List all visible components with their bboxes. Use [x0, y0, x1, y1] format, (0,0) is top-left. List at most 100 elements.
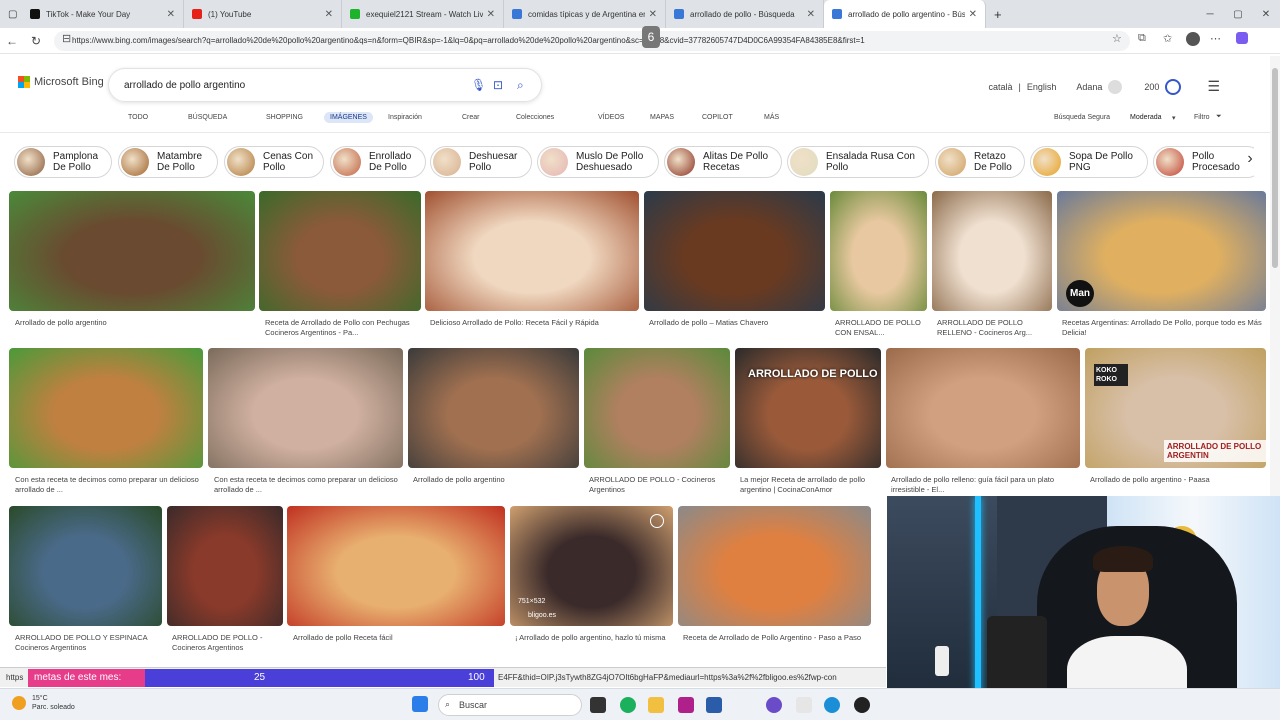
safe-search-value[interactable]: Moderada: [1130, 114, 1162, 121]
hamburger-menu-icon[interactable]: ☰: [1207, 78, 1220, 95]
related-chip[interactable]: Enrollado De Pollo: [330, 146, 426, 178]
image-result[interactable]: [9, 506, 162, 626]
related-chip[interactable]: Deshuesar Pollo: [430, 146, 532, 178]
rewards-points[interactable]: 200: [1144, 82, 1159, 92]
image-result[interactable]: [678, 506, 871, 626]
start-icon[interactable]: [412, 696, 428, 712]
image-result[interactable]: [425, 191, 639, 311]
scope-tab[interactable]: MAPAS: [644, 112, 680, 123]
image-result[interactable]: [735, 348, 881, 468]
close-tab-icon[interactable]: ✕: [969, 9, 977, 20]
scope-tab[interactable]: Colecciones: [510, 112, 560, 123]
image-result[interactable]: [408, 348, 579, 468]
store-icon[interactable]: [706, 697, 722, 713]
image-caption[interactable]: Receta de Arrollado de Pollo con Pechuga…: [265, 318, 425, 346]
new-tab-button[interactable]: +: [986, 0, 1010, 28]
image-caption[interactable]: Arrollado de pollo argentino: [15, 318, 255, 346]
image-result[interactable]: [510, 506, 673, 626]
rewards-icon[interactable]: [1165, 78, 1182, 95]
image-result[interactable]: [932, 191, 1052, 311]
browser-tab[interactable]: arrollado de pollo argentino - Búsq ✕: [824, 0, 986, 28]
related-chip[interactable]: Matambre De Pollo: [118, 146, 218, 178]
related-chip[interactable]: Alitas De Pollo Recetas: [664, 146, 782, 178]
safe-search-label[interactable]: Búsqueda Segura: [1054, 114, 1110, 121]
scope-tab[interactable]: MÁS: [758, 112, 785, 123]
image-result[interactable]: [830, 191, 927, 311]
lang-english[interactable]: English: [1027, 82, 1057, 92]
image-caption[interactable]: ARROLLADO DE POLLO - Cocineros Argentino…: [589, 475, 730, 503]
image-caption[interactable]: La mejor Receta de arrollado de pollo ar…: [740, 475, 881, 503]
visual-search-icon[interactable]: ⊡: [493, 78, 503, 92]
close-tab-icon[interactable]: ✕: [487, 9, 495, 20]
scrollbar-thumb[interactable]: [1272, 68, 1278, 268]
maximize-icon[interactable]: ▢: [1224, 0, 1252, 28]
instagram-icon[interactable]: [678, 697, 694, 713]
image-result[interactable]: [9, 191, 255, 311]
scope-tab[interactable]: TODO: [122, 112, 154, 123]
scope-tab[interactable]: SHOPPING: [260, 112, 309, 123]
image-result[interactable]: [584, 348, 730, 468]
search-icon[interactable]: ⌕: [517, 78, 524, 93]
image-result[interactable]: [259, 191, 421, 311]
related-chip[interactable]: Ensalada Rusa Con Pollo: [787, 146, 929, 178]
browser-tab[interactable]: TikTok - Make Your Day ✕: [22, 0, 184, 28]
minimize-icon[interactable]: ─: [1196, 0, 1224, 28]
document-icon[interactable]: [796, 697, 812, 713]
back-icon[interactable]: ←: [0, 34, 24, 48]
image-result[interactable]: [167, 506, 283, 626]
image-result[interactable]: [644, 191, 825, 311]
image-caption[interactable]: ARROLLADO DE POLLO RELLENO - Cocineros A…: [937, 318, 1052, 346]
search-query[interactable]: arrollado de pollo argentino: [124, 80, 245, 91]
edge-dev-icon[interactable]: [620, 697, 636, 713]
filter-label[interactable]: Filtro: [1194, 114, 1210, 121]
image-result[interactable]: [886, 348, 1080, 468]
bing-logo[interactable]: Microsoft Bing: [18, 76, 104, 88]
related-chip[interactable]: Muslo De Pollo Deshuesado: [537, 146, 659, 178]
filter-icon[interactable]: ⏷: [1216, 113, 1222, 121]
image-caption[interactable]: Arrollado de pollo – Matias Chavero: [649, 318, 824, 346]
image-caption[interactable]: Con esta receta te decimos como preparar…: [214, 475, 402, 503]
related-chip[interactable]: Sopa De Pollo PNG: [1030, 146, 1148, 178]
image-caption[interactable]: Recetas Argentinas: Arrollado De Pollo, …: [1062, 318, 1266, 346]
scope-tab[interactable]: VÍDEOS: [592, 112, 630, 123]
browser-tab[interactable]: (1) YouTube ✕: [184, 0, 342, 28]
image-caption[interactable]: Con esta receta te decimos como preparar…: [15, 475, 203, 503]
close-tab-icon[interactable]: ✕: [167, 9, 175, 20]
image-caption[interactable]: Arrollado de pollo argentino: [413, 475, 579, 503]
close-tab-icon[interactable]: ✕: [325, 9, 333, 20]
image-caption[interactable]: ¡ Arrollado de pollo argentino, hazlo tú…: [515, 633, 673, 661]
related-chip[interactable]: Retazo De Pollo: [935, 146, 1025, 178]
copilot-icon[interactable]: [1236, 32, 1248, 44]
image-caption[interactable]: ARROLLADO DE POLLO Y ESPINACA Cocineros …: [15, 633, 163, 661]
profile-avatar[interactable]: [1186, 32, 1200, 46]
image-result[interactable]: [208, 348, 403, 468]
close-tab-icon[interactable]: ✕: [807, 9, 815, 20]
related-chip[interactable]: Cenas Con Pollo: [224, 146, 324, 178]
scope-tab[interactable]: Inspiración: [382, 112, 428, 123]
lang-catala[interactable]: català: [988, 82, 1012, 92]
image-result[interactable]: [287, 506, 505, 626]
image-caption[interactable]: ARROLLADO DE POLLO - Cocineros Argentino…: [172, 633, 282, 661]
weather-widget[interactable]: 15°C Parc. soleado: [12, 694, 75, 712]
app-icon[interactable]: [766, 697, 782, 713]
search-box[interactable]: arrollado de pollo argentino 🎙 ⊡ ⌕: [108, 68, 542, 102]
reload-icon[interactable]: ↻: [24, 34, 48, 48]
site-info-icon[interactable]: ⊟: [62, 32, 71, 45]
image-caption[interactable]: Receta de Arrollado de Pollo Argentino -…: [683, 633, 871, 661]
chevron-right-icon[interactable]: ›: [1240, 150, 1260, 174]
browser-tab[interactable]: arrollado de pollo - Búsqueda ✕: [666, 0, 824, 28]
save-image-icon[interactable]: [650, 514, 664, 528]
split-screen-icon[interactable]: ⧉: [1138, 32, 1146, 45]
obs-icon[interactable]: [854, 697, 870, 713]
image-caption[interactable]: Delicioso Arrollado de Pollo: Receta Fác…: [430, 318, 640, 346]
file-explorer-icon[interactable]: [648, 697, 664, 713]
related-chip[interactable]: Pamplona De Pollo: [14, 146, 112, 178]
user-avatar[interactable]: [1108, 79, 1123, 94]
favorite-star-icon[interactable]: ☆: [1112, 32, 1122, 45]
microphone-icon[interactable]: 🎙: [471, 78, 486, 92]
menu-dots-icon[interactable]: ⋯: [1210, 32, 1221, 45]
browser-tab[interactable]: exequiel2121 Stream - Watch Live ✕: [342, 0, 504, 28]
scope-tab[interactable]: BÚSQUEDA: [182, 112, 233, 123]
scope-tab[interactable]: Crear: [456, 112, 486, 123]
image-caption[interactable]: Arrollado de pollo Receta fácil: [293, 633, 505, 661]
